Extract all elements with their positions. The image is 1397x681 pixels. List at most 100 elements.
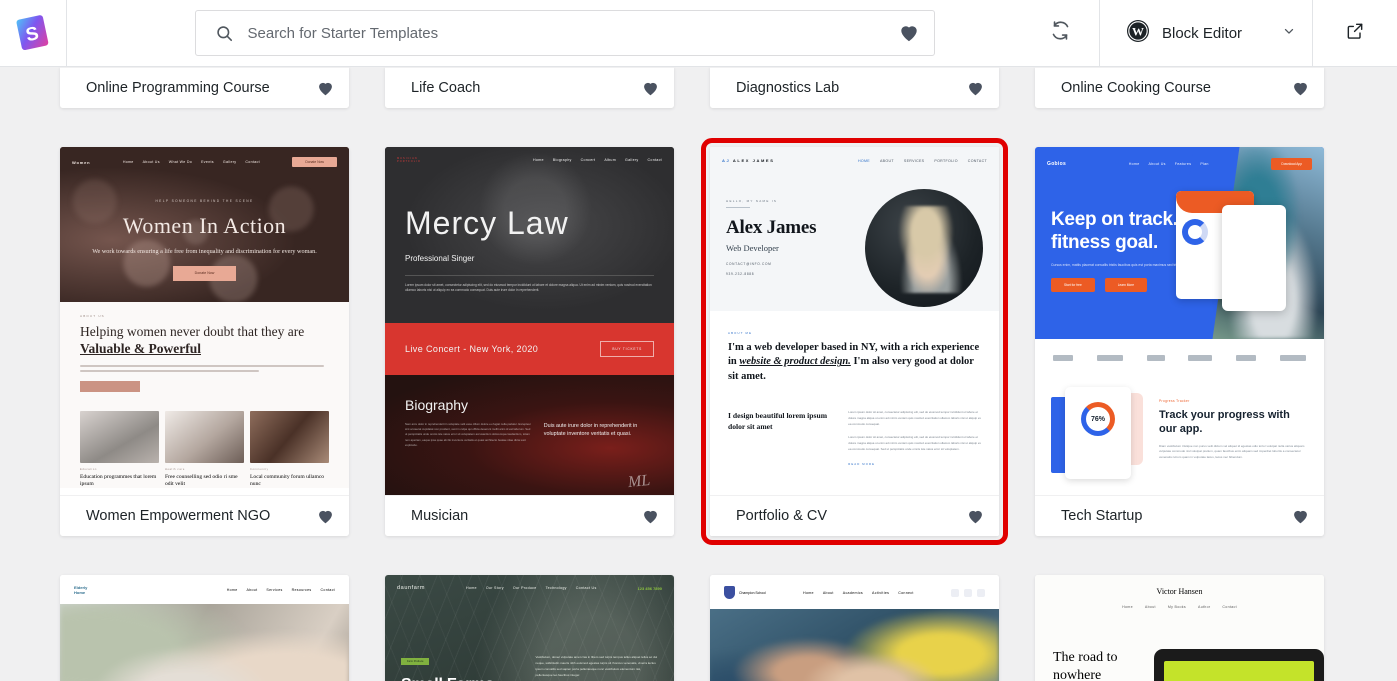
favorite-heart-icon[interactable] bbox=[1290, 509, 1310, 524]
search-input[interactable] bbox=[235, 24, 892, 42]
svg-text:W: W bbox=[1132, 24, 1144, 38]
template-card[interactable]: Online Cooking Course bbox=[1035, 67, 1324, 108]
ngo-about-title-2: Valuable & Powerful bbox=[80, 340, 201, 356]
portfolio-body-2: Lorem ipsum dolor sit amet, consectetur … bbox=[848, 435, 981, 451]
nav-link: Technology bbox=[545, 586, 567, 590]
card-footer: Life Coach bbox=[385, 67, 674, 108]
template-card-author[interactable]: Victor Hansen Home About My Books Author… bbox=[1035, 575, 1324, 681]
musician-nav: MUSICIAN PORTFOLIO Home Biography Concer… bbox=[385, 147, 674, 163]
ngo-card-category: Community bbox=[250, 467, 269, 471]
favorite-heart-icon[interactable] bbox=[965, 509, 985, 524]
nav-link: Home bbox=[532, 158, 544, 162]
favorite-heart-icon[interactable] bbox=[315, 81, 335, 96]
nav-link: Academics bbox=[842, 590, 864, 595]
portfolio-brand-label: ALEX JAMES bbox=[732, 158, 775, 163]
templates-grid: Online Programming Course Life Coach Dia… bbox=[0, 67, 1397, 681]
favorite-heart-icon[interactable] bbox=[1290, 81, 1310, 96]
techstartup-section-title: Track your progress with our app. bbox=[1159, 409, 1290, 435]
templates-grid-area[interactable]: Online Programming Course Life Coach Dia… bbox=[0, 67, 1397, 681]
nav-link: Biography bbox=[552, 158, 572, 162]
card-preview: Elderly Home Home About Services Resourc… bbox=[60, 575, 349, 681]
musician-bio-quote: Duis aute irure dolor in reprehenderit i… bbox=[543, 423, 638, 438]
card-footer: Musician bbox=[385, 495, 674, 536]
portfolio-brand: AJ ALEX JAMES bbox=[722, 158, 774, 163]
card-footer: Tech Startup bbox=[1035, 495, 1324, 536]
favorite-heart-icon[interactable] bbox=[640, 81, 660, 96]
favorite-heart-icon[interactable] bbox=[965, 81, 985, 96]
chevron-down-icon[interactable] bbox=[1282, 24, 1296, 43]
twitter-icon bbox=[951, 588, 959, 597]
ngo-brand: Women bbox=[72, 159, 91, 165]
nav-link: Resources bbox=[291, 588, 312, 593]
portfolio-hero-email: CONTACT@INFO.COM bbox=[726, 262, 772, 266]
school-brand: Champion School bbox=[724, 586, 766, 599]
school-nav: Champion School Home About Academics Act… bbox=[710, 575, 999, 599]
template-card-tech-startup[interactable]: Gobios Home About Us Features Plan Downl… bbox=[1035, 147, 1324, 536]
refresh-button[interactable] bbox=[1022, 0, 1100, 67]
template-card-farm[interactable]: daunfarm Home Our Story Our Produce Tech… bbox=[385, 575, 674, 681]
musician-bio-cols: Nam arcu dolor in reprehenderit in volup… bbox=[385, 413, 674, 448]
template-card-portfolio-and-cv[interactable]: AJ ALEX JAMES HOME ABOUT SERVICES PORTFO… bbox=[701, 138, 1008, 545]
app-header: S Search for Starter Templates W Block E… bbox=[0, 0, 1397, 67]
musician-concert-title: Live Concert - New York, 2020 bbox=[405, 344, 539, 354]
farm-hero: Farm Produce Small Farms. Big Ideas. Ves… bbox=[385, 591, 674, 681]
card-title: Tech Startup bbox=[1061, 508, 1143, 524]
nav-link: About Us bbox=[142, 159, 160, 164]
preview-musician: MUSICIAN PORTFOLIO Home Biography Concer… bbox=[385, 147, 674, 495]
search-box[interactable] bbox=[194, 10, 935, 56]
musician-signature: ML bbox=[626, 471, 651, 492]
nav-link: Home bbox=[226, 588, 238, 593]
portfolio-hero-kicker: HELLO, MY NAME IS bbox=[726, 199, 778, 203]
editor-selector[interactable]: W Block Editor bbox=[1100, 0, 1313, 67]
nav-link: My Books bbox=[1167, 605, 1186, 609]
card-preview: AJ ALEX JAMES HOME ABOUT SERVICES PORTFO… bbox=[710, 147, 999, 495]
school-social bbox=[951, 588, 985, 597]
portfolio-brand-mark: AJ bbox=[722, 158, 731, 163]
ngo-about-title-1: Helping women never doubt that they are bbox=[80, 323, 305, 339]
school-hero: WELCOME TO The Champion School Texas bbox=[710, 609, 999, 681]
nav-link: About bbox=[246, 588, 258, 593]
farm-hero-left: Farm Produce Small Farms. Big Ideas. bbox=[401, 649, 524, 681]
musician-hero-title: Mercy Law bbox=[405, 205, 569, 241]
preview-farm: daunfarm Home Our Story Our Produce Tech… bbox=[385, 575, 674, 681]
nav-link: Contact bbox=[245, 159, 260, 164]
template-row-main: Women Home About Us What We Do Events Ga… bbox=[60, 138, 1337, 545]
nav-link: Activities bbox=[872, 590, 890, 595]
farm-hero-body: Vestibulum, donec vulputate amet cras in… bbox=[535, 655, 658, 677]
template-card-musician[interactable]: MUSICIAN PORTFOLIO Home Biography Concer… bbox=[385, 147, 674, 536]
ngo-hero-cta: Donate Now bbox=[172, 266, 237, 281]
nav-link: Connect bbox=[898, 590, 914, 595]
elderly-nav-links: Home About Services Resources Contact bbox=[227, 588, 335, 592]
portfolio-nav: AJ ALEX JAMES HOME ABOUT SERVICES PORTFO… bbox=[710, 147, 999, 163]
template-card-women-empowerment-ngo[interactable]: Women Home About Us What We Do Events Ga… bbox=[60, 147, 349, 536]
template-card-elderly-home-care[interactable]: Elderly Home Home About Services Resourc… bbox=[60, 575, 349, 681]
instagram-icon bbox=[977, 588, 985, 597]
author-hero: The road to nowhere bbox=[1035, 609, 1324, 681]
nav-link: Contact bbox=[1222, 605, 1237, 609]
nav-link: Our Story bbox=[485, 586, 504, 590]
musician-brand-sub: PORTFOLIO bbox=[397, 160, 421, 163]
template-row-top: Online Programming Course Life Coach Dia… bbox=[60, 67, 1337, 108]
techstartup-section-body: Diam vestibulum tristique non purus veli… bbox=[1159, 443, 1305, 459]
techstartup-phone-mockup: 76% bbox=[1051, 383, 1147, 479]
ngo-card-title: Education programmes that lorem ipsum bbox=[80, 473, 157, 487]
musician-bio-title: Biography bbox=[405, 397, 469, 413]
nav-link: Gallery bbox=[625, 158, 639, 162]
favorite-heart-icon[interactable] bbox=[640, 509, 660, 524]
card-title: Online Programming Course bbox=[86, 80, 270, 96]
card-title: Diagnostics Lab bbox=[736, 80, 840, 96]
template-card[interactable]: Online Programming Course bbox=[60, 67, 349, 108]
app-logo[interactable]: S bbox=[0, 0, 67, 67]
techstartup-nav-links: Home About Us Features Plan bbox=[1129, 162, 1209, 166]
open-external-button[interactable] bbox=[1313, 0, 1397, 67]
ngo-about: ABOUT US Helping women never doubt that … bbox=[60, 302, 349, 401]
farm-hero-title: Small Farms. Big Ideas. bbox=[401, 675, 524, 681]
favorites-filter-button[interactable] bbox=[892, 16, 926, 50]
template-card-school[interactable]: Champion School Home About Academics Act… bbox=[710, 575, 999, 681]
favorite-heart-icon[interactable] bbox=[315, 509, 335, 524]
template-card[interactable]: Diagnostics Lab bbox=[710, 67, 999, 108]
nav-link: CONTACT bbox=[967, 158, 987, 163]
template-card[interactable]: Life Coach bbox=[385, 67, 674, 108]
card-title: Musician bbox=[411, 508, 469, 524]
ngo-card: Community Local community forum ullamco … bbox=[250, 410, 329, 489]
